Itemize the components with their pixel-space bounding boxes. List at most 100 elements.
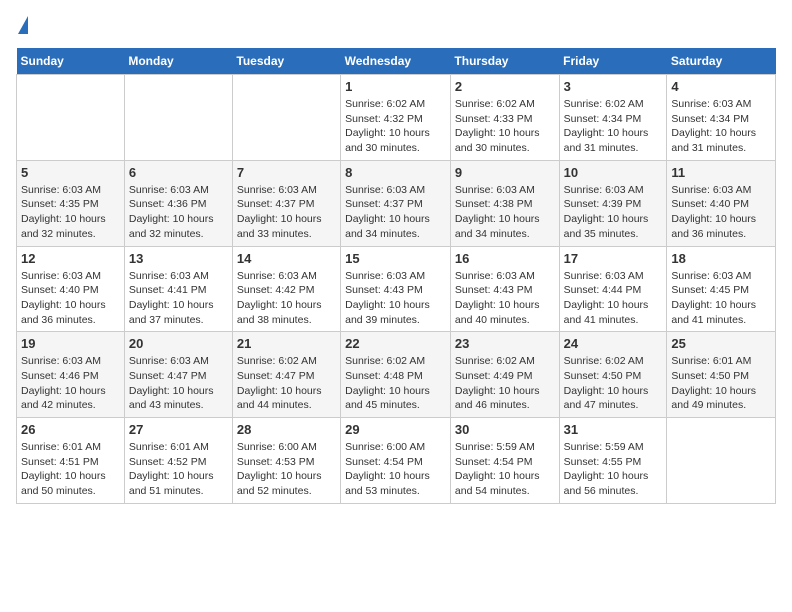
calendar-cell: 18 Sunrise: 6:03 AMSunset: 4:45 PMDayligh… bbox=[667, 246, 776, 332]
day-info: Sunrise: 6:03 AMSunset: 4:46 PMDaylight:… bbox=[21, 354, 120, 413]
day-info: Sunrise: 6:01 AMSunset: 4:51 PMDaylight:… bbox=[21, 440, 120, 499]
calendar-cell: 11 Sunrise: 6:03 AMSunset: 4:40 PMDayligh… bbox=[667, 160, 776, 246]
calendar-cell: 19 Sunrise: 6:03 AMSunset: 4:46 PMDayligh… bbox=[17, 332, 125, 418]
calendar-cell: 22 Sunrise: 6:02 AMSunset: 4:48 PMDayligh… bbox=[341, 332, 451, 418]
calendar-cell: 24 Sunrise: 6:02 AMSunset: 4:50 PMDayligh… bbox=[559, 332, 667, 418]
calendar-cell: 7 Sunrise: 6:03 AMSunset: 4:37 PMDaylight… bbox=[232, 160, 340, 246]
day-number: 24 bbox=[564, 336, 663, 351]
day-info: Sunrise: 6:02 AMSunset: 4:47 PMDaylight:… bbox=[237, 354, 336, 413]
calendar-cell: 15Sunrise: 6:03 AMSunset: 4:43 PMDayligh… bbox=[341, 246, 451, 332]
day-number: 7 bbox=[237, 165, 336, 180]
calendar-week-3: 12 Sunrise: 6:03 AMSunset: 4:40 PMDayligh… bbox=[17, 246, 776, 332]
day-info: Sunrise: 6:03 AMSunset: 4:42 PMDaylight:… bbox=[237, 269, 336, 328]
day-info: Sunrise: 6:03 AMSunset: 4:37 PMDaylight:… bbox=[345, 183, 446, 242]
weekday-tuesday: Tuesday bbox=[232, 48, 340, 75]
calendar-cell: 2 Sunrise: 6:02 AMSunset: 4:33 PMDaylight… bbox=[450, 75, 559, 161]
calendar-cell: 23Sunrise: 6:02 AMSunset: 4:49 PMDayligh… bbox=[450, 332, 559, 418]
day-number: 2 bbox=[455, 79, 555, 94]
day-info: Sunrise: 6:03 AMSunset: 4:43 PMDaylight:… bbox=[455, 269, 555, 328]
calendar-week-5: 26Sunrise: 6:01 AMSunset: 4:51 PMDayligh… bbox=[17, 418, 776, 504]
calendar-cell: 13Sunrise: 6:03 AMSunset: 4:41 PMDayligh… bbox=[124, 246, 232, 332]
calendar-cell: 26Sunrise: 6:01 AMSunset: 4:51 PMDayligh… bbox=[17, 418, 125, 504]
day-info: Sunrise: 6:03 AMSunset: 4:41 PMDaylight:… bbox=[129, 269, 228, 328]
day-info: Sunrise: 6:01 AMSunset: 4:50 PMDaylight:… bbox=[671, 354, 771, 413]
weekday-sunday: Sunday bbox=[17, 48, 125, 75]
day-number: 18 bbox=[671, 251, 771, 266]
day-number: 21 bbox=[237, 336, 336, 351]
day-number: 3 bbox=[564, 79, 663, 94]
day-info: Sunrise: 6:00 AMSunset: 4:53 PMDaylight:… bbox=[237, 440, 336, 499]
day-info: Sunrise: 6:03 AMSunset: 4:43 PMDaylight:… bbox=[345, 269, 446, 328]
day-number: 9 bbox=[455, 165, 555, 180]
weekday-friday: Friday bbox=[559, 48, 667, 75]
day-info: Sunrise: 6:03 AMSunset: 4:40 PMDaylight:… bbox=[671, 183, 771, 242]
calendar-week-1: 1 Sunrise: 6:02 AMSunset: 4:32 PMDaylight… bbox=[17, 75, 776, 161]
calendar-cell: 17 Sunrise: 6:03 AMSunset: 4:44 PMDayligh… bbox=[559, 246, 667, 332]
calendar-cell: 21 Sunrise: 6:02 AMSunset: 4:47 PMDayligh… bbox=[232, 332, 340, 418]
day-info: Sunrise: 6:03 AMSunset: 4:38 PMDaylight:… bbox=[455, 183, 555, 242]
weekday-thursday: Thursday bbox=[450, 48, 559, 75]
calendar-cell: 4Sunrise: 6:03 AMSunset: 4:34 PMDaylight… bbox=[667, 75, 776, 161]
logo-triangle-icon bbox=[18, 16, 28, 34]
day-info: Sunrise: 6:03 AMSunset: 4:47 PMDaylight:… bbox=[129, 354, 228, 413]
day-number: 17 bbox=[564, 251, 663, 266]
day-info: Sunrise: 5:59 AMSunset: 4:54 PMDaylight:… bbox=[455, 440, 555, 499]
day-number: 22 bbox=[345, 336, 446, 351]
day-number: 30 bbox=[455, 422, 555, 437]
page-header bbox=[16, 16, 776, 36]
calendar-cell: 5Sunrise: 6:03 AMSunset: 4:35 PMDaylight… bbox=[17, 160, 125, 246]
day-number: 25 bbox=[671, 336, 771, 351]
calendar-cell: 1 Sunrise: 6:02 AMSunset: 4:32 PMDaylight… bbox=[341, 75, 451, 161]
day-number: 27 bbox=[129, 422, 228, 437]
calendar-week-4: 19 Sunrise: 6:03 AMSunset: 4:46 PMDayligh… bbox=[17, 332, 776, 418]
day-info: Sunrise: 6:03 AMSunset: 4:40 PMDaylight:… bbox=[21, 269, 120, 328]
day-number: 1 bbox=[345, 79, 446, 94]
day-number: 6 bbox=[129, 165, 228, 180]
day-info: Sunrise: 6:02 AMSunset: 4:34 PMDaylight:… bbox=[564, 97, 663, 156]
calendar-cell: 12 Sunrise: 6:03 AMSunset: 4:40 PMDayligh… bbox=[17, 246, 125, 332]
calendar-week-2: 5Sunrise: 6:03 AMSunset: 4:35 PMDaylight… bbox=[17, 160, 776, 246]
weekday-header-row: SundayMondayTuesdayWednesdayThursdayFrid… bbox=[17, 48, 776, 75]
day-info: Sunrise: 6:02 AMSunset: 4:33 PMDaylight:… bbox=[455, 97, 555, 156]
day-info: Sunrise: 6:02 AMSunset: 4:50 PMDaylight:… bbox=[564, 354, 663, 413]
day-info: Sunrise: 6:03 AMSunset: 4:37 PMDaylight:… bbox=[237, 183, 336, 242]
day-info: Sunrise: 6:03 AMSunset: 4:45 PMDaylight:… bbox=[671, 269, 771, 328]
day-number: 11 bbox=[671, 165, 771, 180]
calendar-cell bbox=[124, 75, 232, 161]
day-number: 4 bbox=[671, 79, 771, 94]
day-number: 10 bbox=[564, 165, 663, 180]
calendar-cell bbox=[667, 418, 776, 504]
calendar-cell: 20 Sunrise: 6:03 AMSunset: 4:47 PMDayligh… bbox=[124, 332, 232, 418]
weekday-wednesday: Wednesday bbox=[341, 48, 451, 75]
calendar-cell: 6 Sunrise: 6:03 AMSunset: 4:36 PMDaylight… bbox=[124, 160, 232, 246]
logo bbox=[16, 16, 28, 36]
day-number: 12 bbox=[21, 251, 120, 266]
calendar-body: 1 Sunrise: 6:02 AMSunset: 4:32 PMDaylight… bbox=[17, 75, 776, 504]
calendar-cell: 30 Sunrise: 5:59 AMSunset: 4:54 PMDayligh… bbox=[450, 418, 559, 504]
day-info: Sunrise: 6:03 AMSunset: 4:36 PMDaylight:… bbox=[129, 183, 228, 242]
day-info: Sunrise: 6:00 AMSunset: 4:54 PMDaylight:… bbox=[345, 440, 446, 499]
calendar-cell bbox=[17, 75, 125, 161]
day-number: 29 bbox=[345, 422, 446, 437]
calendar-table: SundayMondayTuesdayWednesdayThursdayFrid… bbox=[16, 48, 776, 504]
day-info: Sunrise: 6:03 AMSunset: 4:44 PMDaylight:… bbox=[564, 269, 663, 328]
calendar-cell: 27 Sunrise: 6:01 AMSunset: 4:52 PMDayligh… bbox=[124, 418, 232, 504]
day-number: 23 bbox=[455, 336, 555, 351]
day-info: Sunrise: 6:03 AMSunset: 4:39 PMDaylight:… bbox=[564, 183, 663, 242]
day-info: Sunrise: 6:02 AMSunset: 4:32 PMDaylight:… bbox=[345, 97, 446, 156]
calendar-cell: 9 Sunrise: 6:03 AMSunset: 4:38 PMDaylight… bbox=[450, 160, 559, 246]
day-number: 20 bbox=[129, 336, 228, 351]
weekday-saturday: Saturday bbox=[667, 48, 776, 75]
calendar-cell: 28 Sunrise: 6:00 AMSunset: 4:53 PMDayligh… bbox=[232, 418, 340, 504]
day-info: Sunrise: 6:01 AMSunset: 4:52 PMDaylight:… bbox=[129, 440, 228, 499]
day-number: 28 bbox=[237, 422, 336, 437]
day-number: 19 bbox=[21, 336, 120, 351]
calendar-cell: 10 Sunrise: 6:03 AMSunset: 4:39 PMDayligh… bbox=[559, 160, 667, 246]
calendar-cell: 16Sunrise: 6:03 AMSunset: 4:43 PMDayligh… bbox=[450, 246, 559, 332]
calendar-cell: 14Sunrise: 6:03 AMSunset: 4:42 PMDayligh… bbox=[232, 246, 340, 332]
calendar-cell: 8Sunrise: 6:03 AMSunset: 4:37 PMDaylight… bbox=[341, 160, 451, 246]
calendar-cell bbox=[232, 75, 340, 161]
day-info: Sunrise: 5:59 AMSunset: 4:55 PMDaylight:… bbox=[564, 440, 663, 499]
calendar-cell: 31Sunrise: 5:59 AMSunset: 4:55 PMDayligh… bbox=[559, 418, 667, 504]
day-info: Sunrise: 6:02 AMSunset: 4:48 PMDaylight:… bbox=[345, 354, 446, 413]
